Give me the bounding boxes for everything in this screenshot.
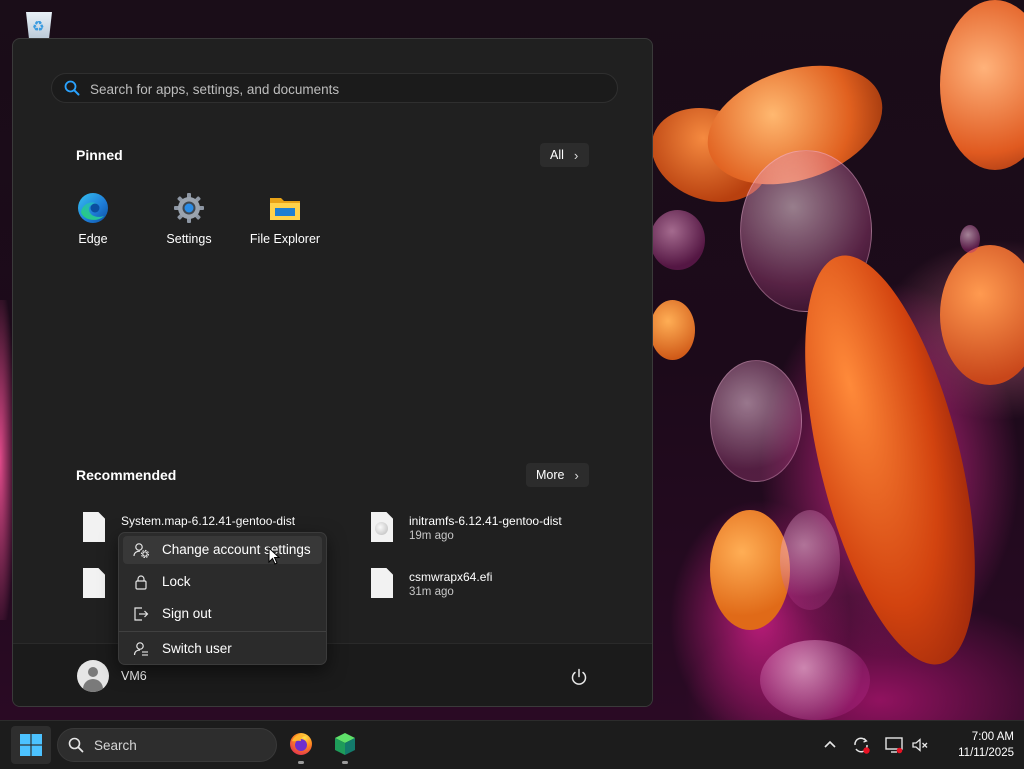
all-apps-button[interactable]: All › (540, 143, 589, 167)
folder-icon (270, 198, 300, 220)
pinned-app-label: File Explorer (249, 232, 321, 246)
running-indicator (342, 761, 348, 764)
menu-item-label: Sign out (162, 606, 212, 621)
pinned-app-settings[interactable]: Settings (144, 192, 234, 262)
sign-out-icon (134, 607, 149, 621)
start-button[interactable] (11, 726, 51, 764)
pinned-title: Pinned (76, 147, 123, 163)
recommended-item[interactable] (83, 568, 123, 608)
taskbar-clock[interactable]: 7:00 AM 11/11/2025 (936, 729, 1014, 761)
pinned-app-label: Settings (166, 232, 212, 246)
recommended-item-name: System.map-6.12.41-gentoo-dist (121, 514, 296, 528)
disc-image-file-icon (371, 512, 393, 542)
all-apps-label: All (550, 148, 564, 162)
search-icon (68, 737, 84, 753)
start-search-box[interactable] (51, 73, 618, 103)
recommended-item-time: 19m ago (409, 530, 454, 542)
menu-item-label: Lock (162, 574, 191, 589)
pinned-app-edge[interactable]: Edge (48, 192, 138, 262)
recommended-item-time: 31m ago (409, 586, 454, 598)
wallpaper-shape (760, 640, 870, 720)
speaker-muted-icon[interactable] (910, 735, 930, 755)
account-context-menu: Change account settings Lock Sign out Sw… (118, 532, 327, 665)
more-button[interactable]: More › (526, 463, 589, 487)
wallpaper-shape (710, 360, 802, 482)
network-display-icon[interactable] (884, 735, 904, 755)
taskbar: Search 7:00 AM 11/11/2025 (0, 720, 1024, 769)
menu-item-label: Change account settings (162, 542, 311, 557)
file-icon (83, 568, 105, 598)
recommended-item[interactable]: csmwrapx64.efi 31m ago (371, 568, 601, 608)
clock-time: 7:00 AM (971, 731, 1014, 743)
taskbar-search-label: Search (94, 738, 137, 753)
account-settings-icon (133, 543, 149, 558)
user-name[interactable]: VM6 (121, 669, 147, 683)
switch-user-icon (133, 642, 148, 656)
clock-date: 11/11/2025 (958, 747, 1014, 759)
taskbar-app-firefox[interactable] (281, 725, 321, 765)
wallpaper-shape (940, 245, 1024, 385)
green-cube-icon (335, 733, 355, 755)
file-icon (371, 568, 393, 598)
edge-icon (78, 193, 108, 223)
wallpaper-shape (780, 510, 840, 610)
wallpaper-shape (960, 225, 980, 253)
taskbar-app-virtual-box[interactable] (325, 725, 365, 765)
recommended-item-name: initramfs-6.12.41-gentoo-dist (409, 514, 562, 528)
running-indicator (298, 761, 304, 764)
wallpaper-shape (940, 0, 1024, 170)
settings-gear-icon (174, 193, 204, 223)
power-icon[interactable] (570, 668, 588, 686)
wallpaper-shape (710, 510, 790, 630)
recycle-bin-icon[interactable]: ♻ (22, 6, 56, 40)
chevron-up-icon[interactable] (820, 735, 840, 755)
search-icon (64, 80, 80, 96)
user-bar: VM6 (13, 643, 652, 706)
menu-item-lock[interactable]: Lock (123, 568, 322, 596)
pinned-app-file-explorer[interactable]: File Explorer (240, 192, 330, 262)
chevron-right-icon: › (574, 467, 579, 483)
avatar[interactable] (77, 660, 109, 692)
start-search-input[interactable] (88, 78, 592, 100)
mouse-cursor-icon (268, 547, 280, 565)
recommended-item-name: csmwrapx64.efi (409, 570, 493, 584)
firefox-icon (290, 733, 312, 755)
menu-item-sign-out[interactable]: Sign out (123, 600, 322, 628)
file-icon (83, 512, 105, 542)
wallpaper-shape (650, 300, 695, 360)
wallpaper-shape (650, 210, 705, 270)
windows-logo-icon (20, 734, 42, 756)
menu-item-change-account-settings[interactable]: Change account settings (123, 536, 322, 564)
chevron-right-icon: › (573, 147, 579, 163)
taskbar-search[interactable]: Search (57, 728, 277, 762)
more-label: More (536, 468, 565, 482)
recommended-title: Recommended (76, 467, 177, 483)
recommended-item[interactable]: initramfs-6.12.41-gentoo-dist 19m ago (371, 512, 601, 552)
pinned-app-label: Edge (78, 232, 108, 246)
sync-alert-icon[interactable] (851, 735, 871, 755)
menu-item-label: Switch user (162, 641, 232, 656)
menu-separator (119, 631, 326, 632)
start-menu: Pinned All › Edge (12, 38, 653, 707)
lock-icon (135, 575, 147, 590)
menu-item-switch-user[interactable]: Switch user (123, 635, 322, 663)
